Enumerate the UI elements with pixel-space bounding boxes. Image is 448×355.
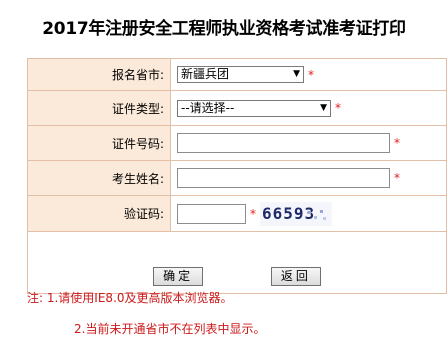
id-type-select[interactable]: --请选择-- ▼: [177, 99, 331, 117]
name-input[interactable]: [177, 168, 390, 188]
form-row-id-number: 证件号码: *: [27, 125, 447, 161]
print-form: 报名省市: 新疆兵团 ▼ * 证件类型: --请选择-- ▼ * 证件号码: *…: [27, 58, 447, 294]
required-mark: *: [308, 67, 314, 82]
form-row-buttons: 确定 返回: [27, 231, 447, 294]
province-select[interactable]: 新疆兵团 ▼: [177, 66, 304, 83]
province-select-value: 新疆兵团: [181, 67, 230, 81]
page-title: 2017年注册安全工程师执业资格考试准考证打印: [42, 19, 406, 39]
form-row-captcha: 验证码: * 66593: [27, 195, 447, 232]
id-type-label: 证件类型:: [27, 90, 171, 126]
note-line-1: 注: 1.请使用IE8.0及更高版本浏览器。: [27, 291, 233, 305]
required-mark: *: [250, 206, 256, 221]
name-label: 考生姓名:: [27, 160, 171, 196]
required-mark: *: [335, 101, 341, 115]
note-line-2: 2.当前未开通省市不在列表中显示。: [74, 322, 266, 336]
captcha-image[interactable]: 66593: [260, 201, 332, 226]
province-label: 报名省市:: [27, 58, 171, 91]
form-row-name: 考生姓名: *: [27, 160, 447, 196]
required-mark: *: [394, 171, 400, 185]
captcha-noise: [308, 209, 326, 220]
required-mark: *: [394, 136, 400, 150]
form-row-province: 报名省市: 新疆兵团 ▼ *: [27, 58, 447, 91]
id-number-label: 证件号码:: [27, 125, 171, 161]
form-row-id-type: 证件类型: --请选择-- ▼ *: [27, 90, 447, 126]
captcha-label: 验证码:: [27, 195, 171, 232]
captcha-input[interactable]: [177, 203, 246, 224]
back-button[interactable]: 返回: [270, 266, 321, 286]
dropdown-arrow-icon: ▼: [293, 69, 300, 79]
dropdown-arrow-icon: ▼: [320, 102, 327, 113]
id-type-select-value: --请选择--: [181, 100, 235, 115]
id-number-input[interactable]: [177, 133, 390, 153]
confirm-button[interactable]: 确定: [153, 266, 204, 286]
